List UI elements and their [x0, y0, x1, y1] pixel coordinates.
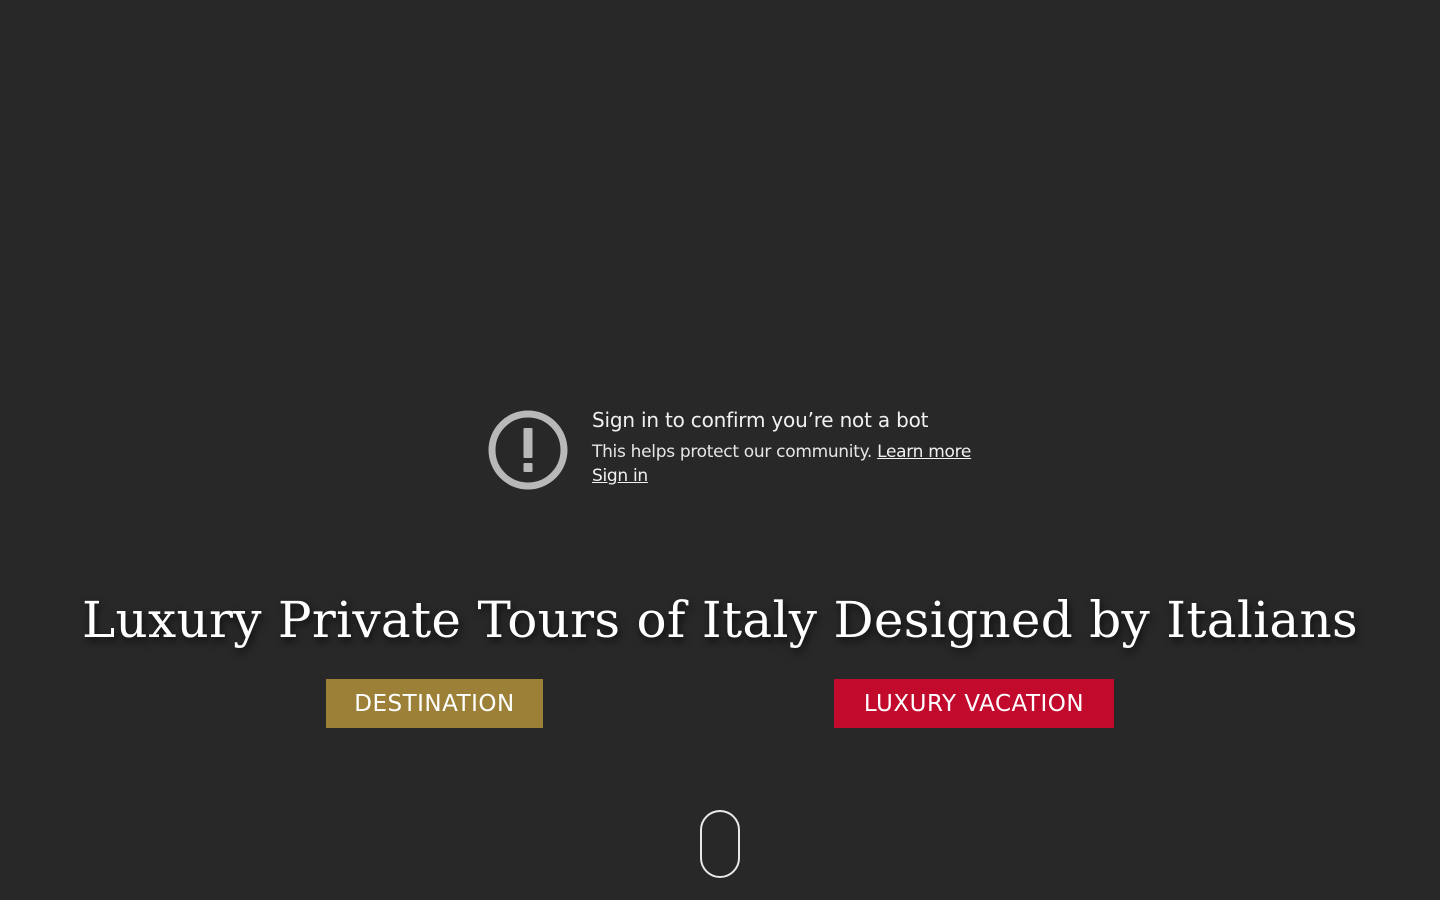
hero-headline: Luxury Private Tours of Italy Designed b…: [81, 591, 1358, 649]
bot-check-notice: Sign in to confirm you’re not a bot This…: [487, 406, 1007, 496]
destination-button[interactable]: DESTINATION: [326, 679, 543, 728]
notice-body: This helps protect our community. Learn …: [592, 440, 1012, 488]
sign-in-link[interactable]: Sign in: [592, 466, 648, 486]
hero-section: Sign in to confirm you’re not a bot This…: [0, 0, 1440, 900]
scroll-mouse-icon[interactable]: [700, 810, 740, 878]
learn-more-link[interactable]: Learn more: [877, 442, 971, 462]
notice-title: Sign in to confirm you’re not a bot: [592, 408, 929, 432]
notice-text: Sign in to confirm you’re not a bot This…: [592, 406, 1012, 488]
notice-message: This helps protect our community.: [592, 442, 873, 462]
luxury-vacation-button[interactable]: LUXURY VACATION: [834, 679, 1114, 728]
alert-circle-icon: [488, 410, 568, 490]
